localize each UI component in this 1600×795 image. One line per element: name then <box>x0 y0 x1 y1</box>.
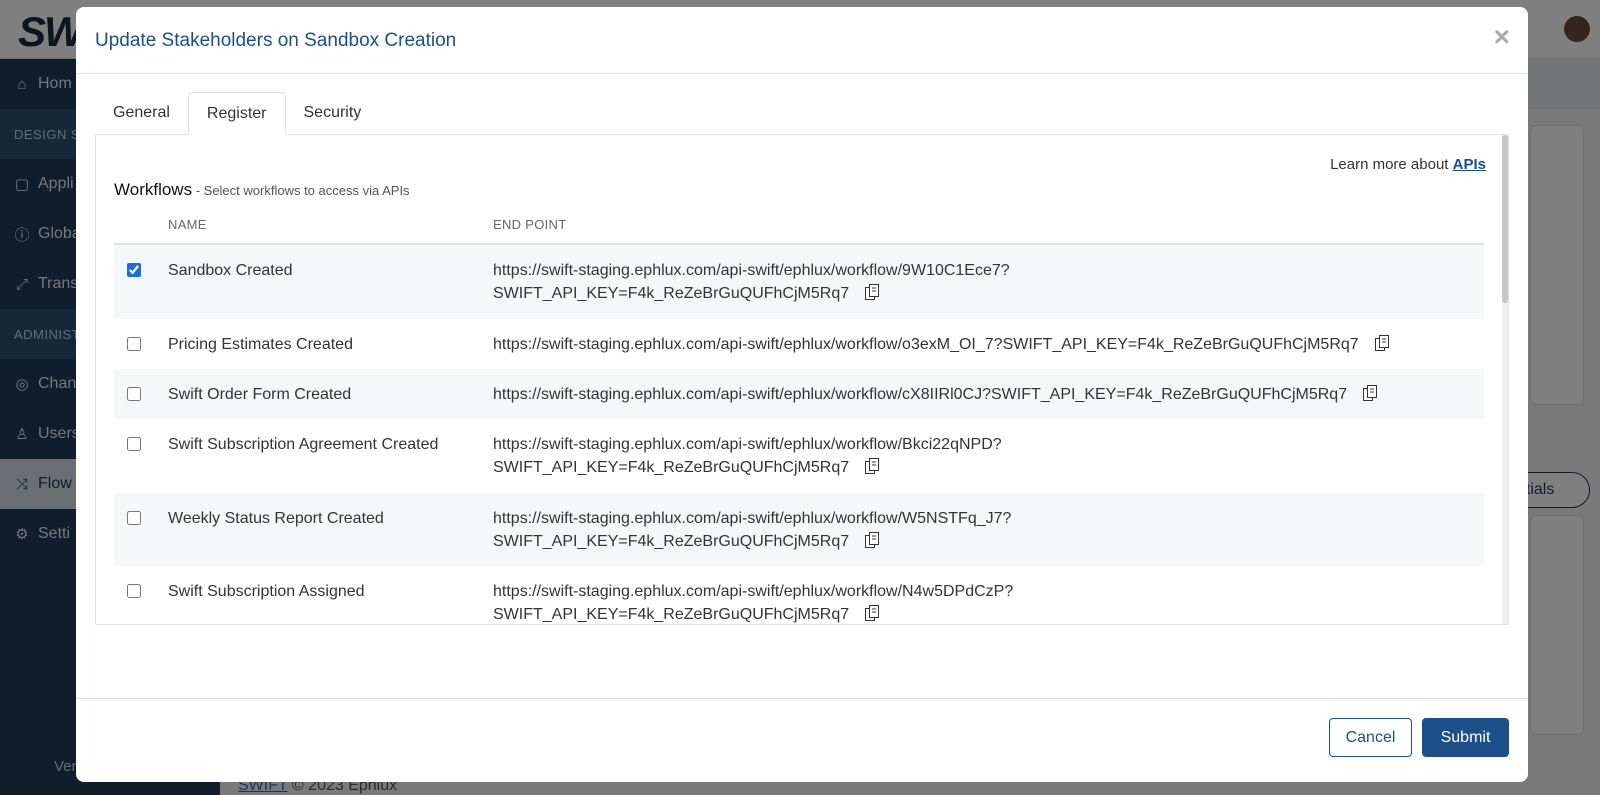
workflow-checkbox[interactable] <box>127 337 141 351</box>
copy-icon[interactable] <box>1363 385 1378 408</box>
workflows-table: NAME END POINT Sandbox Created https://s… <box>114 205 1484 624</box>
workflow-endpoint: https://swift-staging.ephlux.com/api-swi… <box>493 259 1484 307</box>
workflows-heading: Workflows - Select workflows to access v… <box>114 180 410 199</box>
workflow-endpoint: https://swift-staging.ephlux.com/api-swi… <box>493 333 1484 358</box>
panel-scrollbar[interactable] <box>1502 135 1508 624</box>
workflow-endpoint: https://swift-staging.ephlux.com/api-swi… <box>493 580 1484 624</box>
column-header-name: NAME <box>168 216 207 232</box>
workflow-endpoint: https://swift-staging.ephlux.com/api-swi… <box>493 433 1484 481</box>
table-row: Pricing Estimates Created https://swift-… <box>114 319 1484 369</box>
modal-footer: Cancel Submit <box>76 698 1528 782</box>
table-header: NAME END POINT <box>114 205 1484 245</box>
submit-button[interactable]: Submit <box>1422 718 1509 757</box>
workflow-name: Swift Order Form Created <box>168 386 352 403</box>
workflow-name: Swift Subscription Assigned <box>168 583 365 600</box>
modal-header: Update Stakeholders on Sandbox Creation … <box>76 7 1528 74</box>
table-row: Weekly Status Report Created https://swi… <box>114 493 1484 566</box>
workflow-endpoint: https://swift-staging.ephlux.com/api-swi… <box>493 383 1484 408</box>
workflow-name: Swift Subscription Agreement Created <box>168 436 439 453</box>
workflow-checkbox[interactable] <box>127 584 141 598</box>
table-row: Swift Order Form Created https://swift-s… <box>114 369 1484 419</box>
cancel-button[interactable]: Cancel <box>1329 718 1412 757</box>
table-row: Sandbox Created https://swift-staging.ep… <box>114 245 1484 319</box>
column-header-endpoint: END POINT <box>493 216 567 232</box>
workflows-subtitle: - Select workflows to access via APIs <box>192 183 410 198</box>
copy-icon[interactable] <box>865 605 880 624</box>
tab-security[interactable]: Security <box>286 92 380 135</box>
workflow-endpoint: https://swift-staging.ephlux.com/api-swi… <box>493 507 1484 555</box>
close-icon: × <box>1493 21 1510 52</box>
tab-general[interactable]: General <box>95 92 188 135</box>
register-tab-panel: Learn more about APIs Workflows - Select… <box>95 134 1509 625</box>
table-row: Swift Subscription Agreement Created htt… <box>114 419 1484 493</box>
copy-icon[interactable] <box>1374 335 1389 358</box>
tab-register[interactable]: Register <box>187 92 286 135</box>
workflow-checkbox[interactable] <box>127 387 141 401</box>
modal-title: Update Stakeholders on Sandbox Creation <box>95 30 457 51</box>
update-stakeholders-modal: Update Stakeholders on Sandbox Creation … <box>76 7 1528 782</box>
learn-more: Learn more about APIs <box>1330 156 1486 173</box>
copy-icon[interactable] <box>865 284 880 307</box>
table-row: Swift Subscription Assigned https://swif… <box>114 566 1484 624</box>
workflow-checkbox[interactable] <box>127 511 141 525</box>
workflow-name: Weekly Status Report Created <box>168 510 384 527</box>
close-button[interactable]: × <box>1494 23 1510 51</box>
workflow-checkbox[interactable] <box>127 437 141 451</box>
workflow-checkbox[interactable] <box>127 263 141 277</box>
workflow-name: Pricing Estimates Created <box>168 336 353 353</box>
copy-icon[interactable] <box>865 458 880 481</box>
workflow-name: Sandbox Created <box>168 262 293 279</box>
apis-link[interactable]: APIs <box>1453 156 1486 173</box>
copy-icon[interactable] <box>865 532 880 555</box>
modal-tabs: General Register Security <box>95 92 379 135</box>
scrollbar-thumb[interactable] <box>1502 135 1508 303</box>
